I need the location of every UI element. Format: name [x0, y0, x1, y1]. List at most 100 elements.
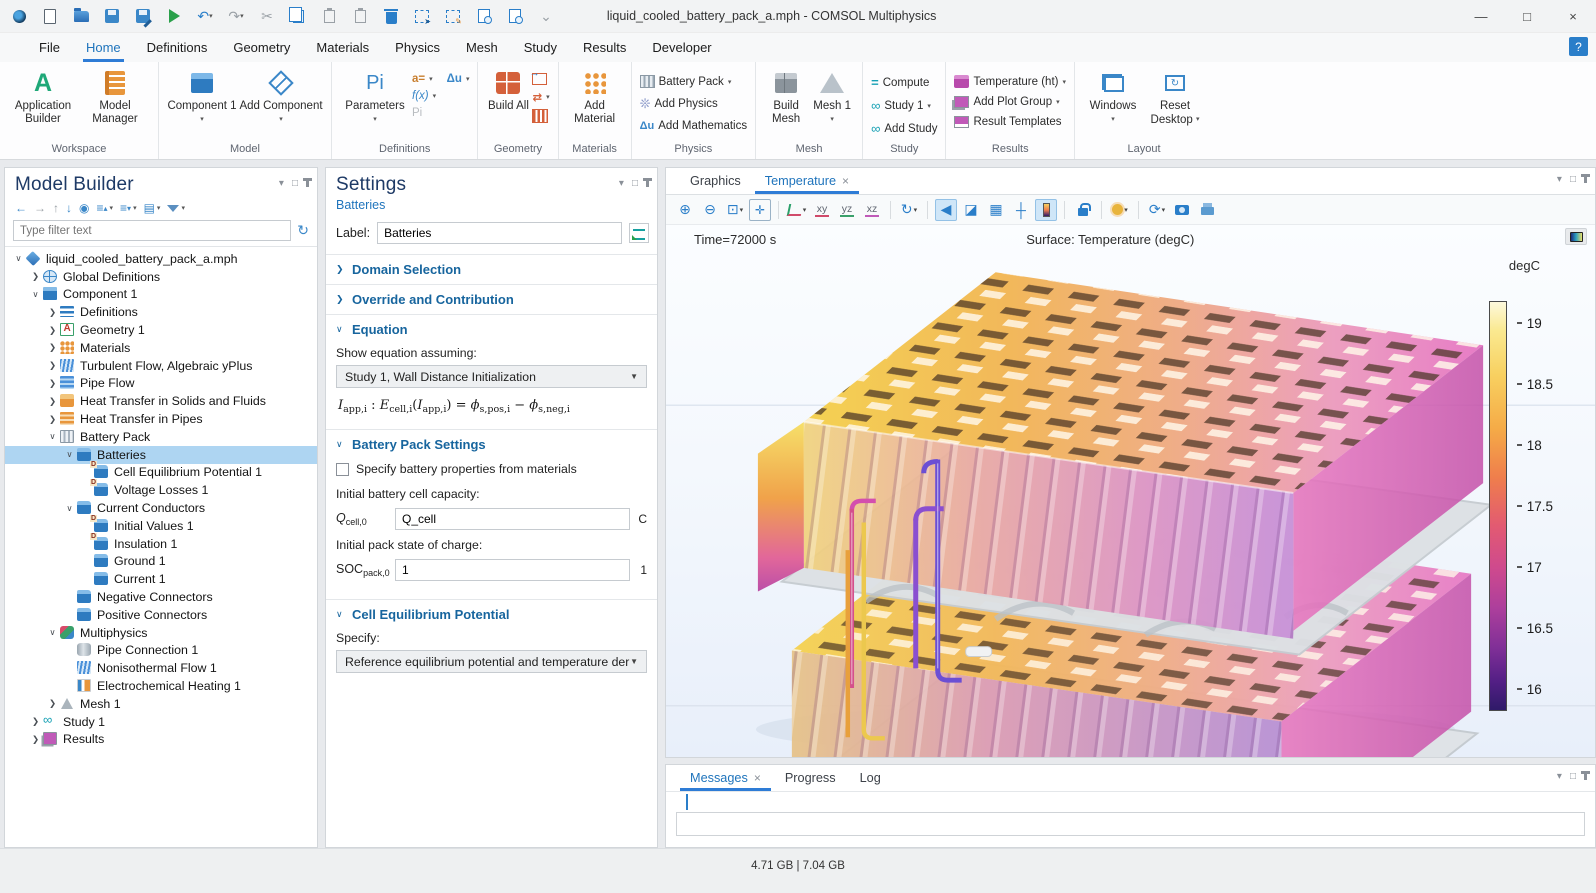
move-down-icon[interactable]: ↓: [66, 201, 72, 215]
redo-icon[interactable]: ↷▾: [227, 7, 245, 25]
run-icon[interactable]: [165, 7, 183, 25]
view-yz-icon[interactable]: yz: [836, 199, 858, 221]
tree-item[interactable]: ❯ Geometry 1: [5, 321, 317, 339]
tree-item[interactable]: ❯ Turbulent Flow, Algebraic yPlus: [5, 357, 317, 375]
tree-item[interactable]: Ground 1: [5, 553, 317, 571]
expand-arrow-icon[interactable]: ∨: [11, 253, 26, 264]
expand-arrow-icon[interactable]: ∨: [62, 449, 77, 460]
rename-button[interactable]: [629, 223, 649, 243]
view-xy-icon[interactable]: xy: [811, 199, 833, 221]
tree-item[interactable]: ❯ Mesh 1: [5, 695, 317, 713]
minimize-button[interactable]: —: [1458, 0, 1504, 32]
build-all-button[interactable]: Build All: [486, 67, 530, 142]
label-input[interactable]: [377, 222, 622, 244]
expand-all-icon[interactable]: ≡▾▾: [120, 201, 137, 215]
add-material-button[interactable]: Add Material: [567, 67, 623, 142]
transparency-icon[interactable]: ◪: [960, 199, 982, 221]
model-manager-button[interactable]: Model Manager: [80, 67, 150, 142]
undo-icon[interactable]: ↶▾: [196, 7, 214, 25]
result-templates-button[interactable]: Result Templates: [954, 116, 1066, 128]
panel-pin-icon[interactable]: [1584, 174, 1587, 183]
expand-arrow-icon[interactable]: ❯: [28, 271, 43, 282]
soc-input[interactable]: [395, 559, 630, 581]
add-component-button[interactable]: Add Component ▾: [239, 67, 323, 142]
tab-close-icon[interactable]: ×: [754, 771, 761, 785]
add-plot-group-button[interactable]: Add Plot Group▾: [954, 96, 1066, 108]
application-builder-button[interactable]: A Application Builder: [8, 67, 78, 142]
refresh-icon[interactable]: ↻: [297, 222, 309, 239]
expand-arrow-icon[interactable]: ∨: [45, 627, 60, 638]
paste-icon[interactable]: [320, 7, 338, 25]
copy-icon[interactable]: [289, 7, 307, 25]
add-physics-button[interactable]: ❊Add Physics: [640, 96, 748, 112]
panel-pin-icon[interactable]: [1584, 771, 1587, 780]
tree-item[interactable]: ❯ Definitions: [5, 303, 317, 321]
panel-float-icon[interactable]: □: [1570, 771, 1576, 791]
expand-arrow-icon[interactable]: ∨: [62, 503, 77, 514]
expand-arrow-icon[interactable]: ❯: [45, 378, 60, 389]
import-geometry-button[interactable]: [532, 73, 549, 85]
parameter-case-button[interactable]: Pi: [412, 107, 469, 119]
messages-tab[interactable]: Log: [848, 765, 893, 791]
tree-item[interactable]: Positive Connectors: [5, 606, 317, 624]
tree-item[interactable]: Negative Connectors: [5, 588, 317, 606]
tree-item[interactable]: ∨ Current Conductors: [5, 499, 317, 517]
functions-button[interactable]: f(x)▾: [412, 90, 469, 102]
component-1-button[interactable]: Component 1 ▾: [167, 67, 237, 142]
tree-item[interactable]: ∨ Batteries: [5, 446, 317, 464]
new-file-icon[interactable]: [41, 7, 59, 25]
windows-button[interactable]: Windows▾: [1083, 67, 1143, 142]
study-1-button[interactable]: ∞Study 1▾: [871, 98, 937, 113]
compute-button[interactable]: =Compute: [871, 75, 937, 90]
maximize-button[interactable]: □: [1504, 0, 1550, 32]
variables-button[interactable]: a=▾: [412, 73, 433, 85]
tree-item[interactable]: ∨ Multiphysics: [5, 624, 317, 642]
rotate-icon[interactable]: ↻▾: [898, 199, 920, 221]
panel-menu-icon[interactable]: ▾: [279, 178, 284, 189]
panel-pin-icon[interactable]: [306, 178, 309, 187]
lock-view-icon[interactable]: [1072, 199, 1094, 221]
menu-tab[interactable]: Geometry: [220, 33, 303, 62]
expand-arrow-icon[interactable]: ❯: [45, 342, 60, 353]
graphics-tab[interactable]: Temperature×: [753, 168, 861, 194]
tree-item[interactable]: Pipe Connection 1: [5, 642, 317, 660]
temperature-plot-button[interactable]: Temperature (ht)▾: [954, 75, 1066, 88]
environment-icon[interactable]: ⟳▾: [1146, 199, 1168, 221]
equation-assuming-dropdown[interactable]: Study 1, Wall Distance Initialization▼: [336, 365, 647, 388]
expand-arrow-icon[interactable]: ❯: [45, 396, 60, 407]
panel-menu-icon[interactable]: ▾: [1557, 771, 1562, 791]
specify-from-materials-checkbox[interactable]: [336, 463, 349, 476]
tree-item[interactable]: ❯ Pipe Flow: [5, 375, 317, 393]
select-box-icon[interactable]: [413, 7, 431, 25]
collapse-all-icon[interactable]: ≡▴▾: [96, 201, 113, 215]
view-xz-icon[interactable]: xz: [861, 199, 883, 221]
show-icon[interactable]: ◉: [79, 201, 89, 215]
zoom-out-icon[interactable]: ⊖: [699, 199, 721, 221]
tree-item[interactable]: ❯ Global Definitions: [5, 268, 317, 286]
back-icon[interactable]: ←: [15, 201, 27, 215]
cut-icon[interactable]: ✂: [258, 7, 276, 25]
table-settings-icon[interactable]: [686, 795, 688, 809]
expand-arrow-icon[interactable]: ❯: [45, 414, 60, 425]
graphics-tab[interactable]: Graphics: [678, 168, 753, 194]
model-tree-nodes-icon[interactable]: ▤▾: [144, 201, 161, 215]
axes-visibility-icon[interactable]: ┼: [1010, 199, 1032, 221]
panel-float-icon[interactable]: □: [632, 178, 638, 189]
tree-item[interactable]: ∨ Battery Pack: [5, 428, 317, 446]
capacity-input[interactable]: [395, 508, 630, 530]
tree-item[interactable]: ❯ Study 1: [5, 713, 317, 731]
livelink-button[interactable]: ⇄▾: [532, 90, 549, 104]
filter-icon[interactable]: ▾: [167, 204, 185, 212]
panel-menu-icon[interactable]: ▾: [1557, 174, 1562, 194]
messages-tab[interactable]: Messages×: [678, 765, 773, 791]
battery-pack-physics-button[interactable]: Battery Pack▾: [640, 75, 748, 88]
panel-float-icon[interactable]: □: [1570, 174, 1576, 194]
menu-tab[interactable]: Definitions: [134, 33, 221, 62]
default-view-icon[interactable]: ◀: [935, 199, 957, 221]
tree-item[interactable]: D Cell Equilibrium Potential 1: [5, 464, 317, 482]
tree-filter-input[interactable]: [13, 220, 291, 241]
mesh-1-button[interactable]: Mesh 1 ▾: [810, 67, 854, 142]
expand-arrow-icon[interactable]: ❯: [28, 716, 43, 727]
tree-item[interactable]: ❯ Heat Transfer in Solids and Fluids: [5, 392, 317, 410]
nonlocal-couplings-button[interactable]: Δu▾: [447, 73, 470, 85]
